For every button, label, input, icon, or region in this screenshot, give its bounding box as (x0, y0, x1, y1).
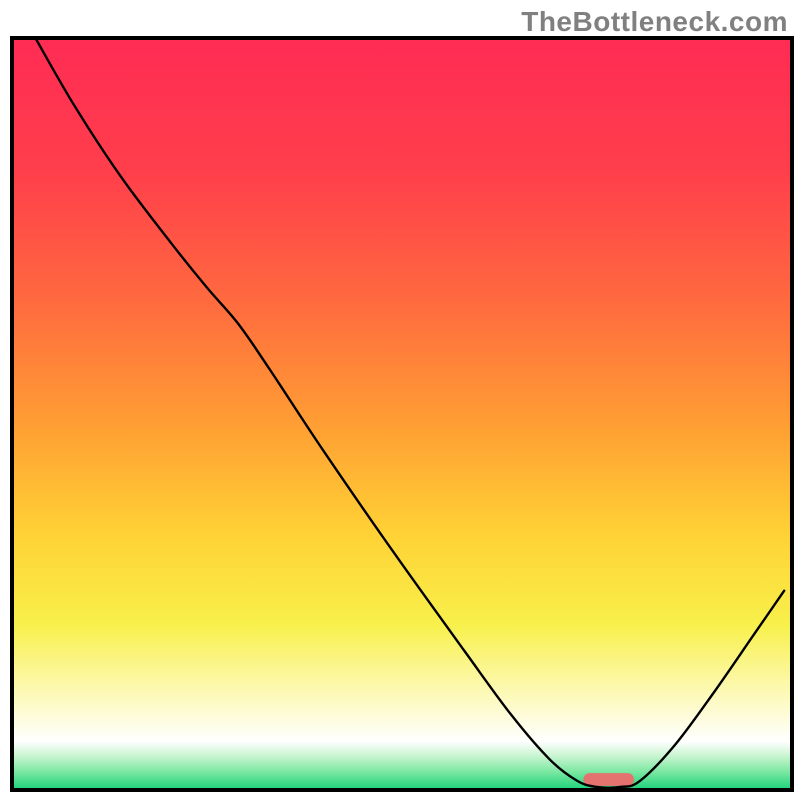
bottleneck-chart (0, 0, 800, 800)
annotations-layer (583, 773, 634, 786)
watermark-text: TheBottleneck.com (521, 6, 788, 38)
sweet-spot-bar (583, 773, 634, 786)
gradient-background (12, 38, 792, 790)
plot-area (12, 38, 792, 790)
